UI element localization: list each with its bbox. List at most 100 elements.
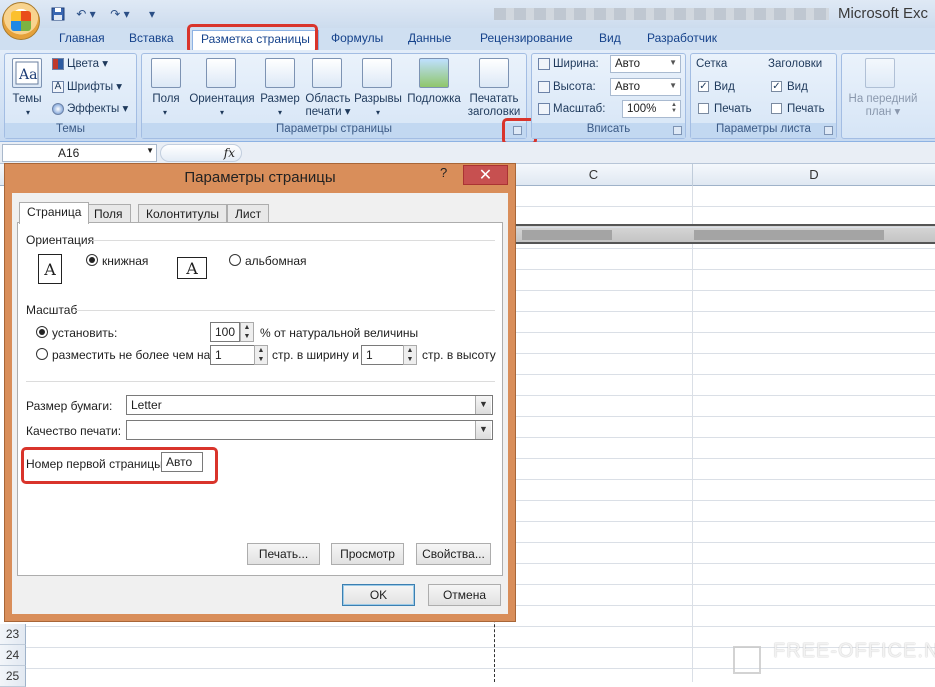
help-icon[interactable]: ? bbox=[440, 165, 447, 180]
scale-spinner[interactable]: 100% ▲ ▼ bbox=[622, 100, 681, 118]
tab-view[interactable]: Вид bbox=[599, 31, 621, 49]
print-titles-button[interactable]: Печатать заголовки bbox=[464, 93, 524, 119]
row-header-23[interactable]: 23 bbox=[0, 624, 26, 645]
customize-qat-icon[interactable]: ▾ bbox=[140, 5, 164, 23]
tab-margins[interactable]: Поля bbox=[86, 204, 131, 223]
tab-insert[interactable]: Вставка bbox=[129, 31, 174, 49]
tab-header-footer[interactable]: Колонтитулы bbox=[138, 204, 228, 223]
themes-icon[interactable]: Aa bbox=[12, 58, 42, 88]
highlight-first-page-number bbox=[21, 447, 218, 484]
divider bbox=[76, 310, 495, 311]
height-combo[interactable]: Авто ▼ bbox=[610, 78, 681, 96]
sheet-options-dialog-launcher-icon[interactable] bbox=[824, 126, 833, 135]
tab-formulas[interactable]: Формулы bbox=[331, 31, 383, 49]
name-box[interactable]: A16 ▼ bbox=[2, 144, 157, 162]
scale-label: Масштаб: bbox=[538, 103, 618, 116]
app-title: Microsoft Exc bbox=[838, 5, 929, 22]
colors-button[interactable]: Цвета ▾ bbox=[52, 58, 137, 71]
gridlines-print-checkbox[interactable]: Печать bbox=[698, 103, 752, 116]
checkmark-icon: ✓ bbox=[771, 81, 782, 93]
chevron-down-icon[interactable]: ▼ bbox=[475, 421, 491, 439]
fit-dialog-launcher-icon[interactable] bbox=[673, 126, 682, 135]
width-label: Ширина: bbox=[538, 58, 608, 71]
scale-percent-input[interactable]: 100 bbox=[210, 322, 240, 342]
gridlines-header: Сетка bbox=[696, 58, 728, 70]
group-page-setup-label: Параметры страницы bbox=[142, 123, 526, 138]
tab-data[interactable]: Данные bbox=[408, 31, 451, 49]
orientation-button[interactable]: Ориентация bbox=[186, 93, 258, 106]
size-dropdown-icon[interactable]: ▾ bbox=[276, 106, 284, 119]
insert-function-button[interactable]: fx bbox=[160, 144, 242, 162]
redo-icon[interactable]: ↷ ▾ bbox=[104, 5, 136, 23]
chevron-down-icon: ▼ bbox=[669, 58, 677, 67]
watermark: FREE-OFFICE.NET bbox=[773, 640, 935, 662]
background-button[interactable]: Подложка bbox=[405, 93, 463, 106]
scale-set-radio[interactable] bbox=[36, 326, 48, 338]
close-icon[interactable]: ✕ bbox=[463, 165, 508, 185]
properties-button[interactable]: Свойства... bbox=[416, 543, 491, 565]
breaks-icon bbox=[362, 58, 392, 88]
row-header-25[interactable]: 25 bbox=[0, 666, 26, 687]
print-button[interactable]: Печать... bbox=[247, 543, 320, 565]
portrait-label[interactable]: книжная bbox=[102, 254, 148, 268]
row-header-24[interactable]: 24 bbox=[0, 645, 26, 666]
watermark-logo-icon bbox=[733, 646, 761, 674]
margins-button[interactable]: Поля bbox=[147, 93, 185, 106]
undo-icon[interactable]: ↶ ▾ bbox=[70, 5, 102, 23]
spin-arrows-icon[interactable]: ▲ ▼ bbox=[254, 345, 268, 365]
landscape-label[interactable]: альбомная bbox=[245, 254, 307, 268]
tab-sheet[interactable]: Лист bbox=[227, 204, 270, 223]
print-quality-select[interactable] bbox=[126, 420, 493, 440]
scale-set-label[interactable]: установить: bbox=[52, 326, 117, 340]
tab-developer[interactable]: Разработчик bbox=[647, 31, 717, 49]
spin-arrows-icon[interactable]: ▲ ▼ bbox=[403, 345, 417, 365]
tab-review[interactable]: Рецензирование bbox=[480, 31, 573, 49]
headings-header: Заголовки bbox=[768, 58, 823, 70]
bring-forward-button[interactable]: На передний план ▾ bbox=[843, 93, 923, 119]
effects-button[interactable]: Эффекты ▾ bbox=[52, 103, 137, 116]
orientation-section-label: Ориентация bbox=[26, 233, 95, 247]
headings-print-checkbox[interactable]: Печать bbox=[771, 103, 825, 116]
fit-to-label[interactable]: разместить не более чем на: bbox=[52, 348, 214, 362]
width-combo[interactable]: Авто ▼ bbox=[610, 55, 681, 73]
column-header-c[interactable]: C bbox=[494, 164, 692, 186]
margins-dropdown-icon[interactable]: ▾ bbox=[161, 106, 169, 119]
office-logo-icon bbox=[11, 11, 31, 31]
gridline bbox=[692, 186, 693, 682]
fit-wide-input[interactable]: 1 bbox=[210, 345, 255, 365]
spin-arrows-icon: ▲ ▼ bbox=[671, 102, 677, 114]
themes-dropdown-icon[interactable]: ▾ bbox=[24, 106, 32, 119]
paper-size-select[interactable]: Letter bbox=[126, 395, 493, 415]
divider bbox=[92, 240, 495, 241]
headings-view-checkbox[interactable]: ✓ Вид bbox=[771, 81, 808, 94]
fit-tall-input[interactable]: 1 bbox=[361, 345, 404, 365]
fonts-button[interactable]: A Шрифты ▾ bbox=[52, 81, 137, 94]
landscape-icon: A bbox=[177, 257, 207, 279]
ok-button[interactable]: OK bbox=[342, 584, 415, 606]
orientation-dropdown-icon[interactable]: ▾ bbox=[218, 106, 226, 119]
breaks-button[interactable]: Разрывы bbox=[354, 93, 402, 106]
gridlines-view-checkbox[interactable]: ✓ Вид bbox=[698, 81, 735, 94]
print-area-button[interactable]: Область печати ▾ bbox=[302, 93, 354, 119]
office-button[interactable] bbox=[2, 2, 40, 40]
landscape-radio[interactable] bbox=[229, 254, 241, 266]
cancel-button[interactable]: Отмена bbox=[428, 584, 501, 606]
spin-arrows-icon[interactable]: ▲ ▼ bbox=[240, 322, 254, 342]
save-icon[interactable] bbox=[48, 5, 68, 23]
checkmark-icon: ✓ bbox=[698, 81, 709, 93]
chevron-down-icon[interactable]: ▼ bbox=[146, 146, 154, 155]
print-area-icon bbox=[312, 58, 342, 88]
paper-size-label: Размер бумаги: bbox=[26, 399, 113, 413]
fit-wide-suffix: стр. в ширину и bbox=[272, 348, 359, 362]
breaks-dropdown-icon[interactable]: ▾ bbox=[374, 106, 382, 119]
preview-button[interactable]: Просмотр bbox=[331, 543, 404, 565]
tab-home[interactable]: Главная bbox=[59, 31, 105, 49]
themes-button[interactable]: Темы bbox=[10, 93, 44, 106]
column-header-d[interactable]: D bbox=[692, 164, 935, 186]
portrait-radio[interactable] bbox=[86, 254, 98, 266]
tab-page[interactable]: Страница bbox=[19, 202, 90, 224]
chevron-down-icon[interactable]: ▼ bbox=[475, 396, 491, 414]
scale-icon bbox=[538, 103, 550, 115]
size-button[interactable]: Размер bbox=[259, 93, 301, 106]
fit-to-radio[interactable] bbox=[36, 348, 48, 360]
